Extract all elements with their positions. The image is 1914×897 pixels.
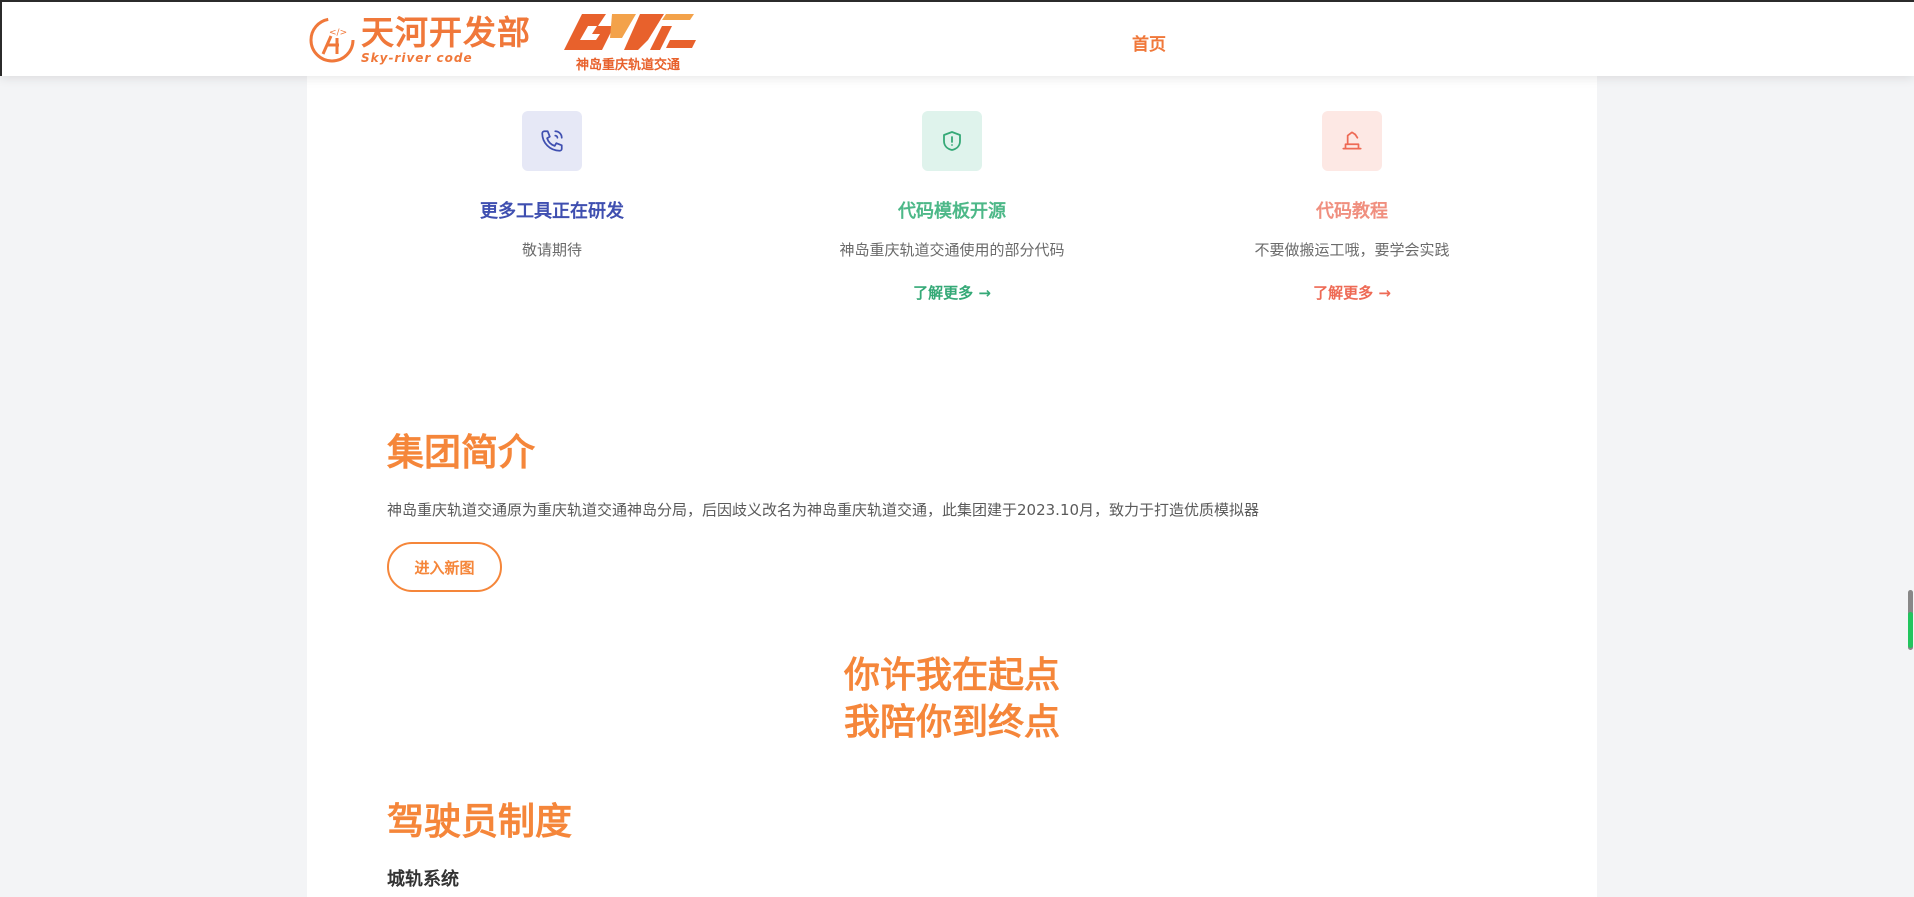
slogan-line-1: 你许我在起点: [843, 655, 1060, 696]
logo-subtitle: Sky-river code: [361, 51, 473, 65]
feature-desc: 神岛重庆轨道交通使用的部分代码: [839, 241, 1065, 259]
logo-tianhe[interactable]: </> 天河开发部 Sky-river code: [309, 14, 531, 66]
scrollbar-thumb[interactable]: [1908, 612, 1913, 648]
logo-metro-subtitle: 神岛重庆轨道交通: [576, 58, 681, 73]
metro-logo-icon: [564, 14, 696, 50]
feature-title: 代码模板开源: [898, 201, 1006, 222]
learn-more-link[interactable]: 了解更多 →: [1313, 282, 1391, 303]
driver-title: 驾驶员制度: [387, 800, 572, 843]
logo-title: 天河开发部: [361, 13, 531, 52]
feature-more-tools: 更多工具正在研发 敬请期待: [352, 111, 752, 260]
enter-new-map-button[interactable]: 进入新图: [387, 542, 502, 592]
logo-metro[interactable]: 神岛重庆轨道交通: [562, 10, 698, 73]
feature-desc: 敬请期待: [521, 241, 582, 259]
feature-title: 更多工具正在研发: [480, 201, 624, 222]
feature-code-templates: 代码模板开源 神岛重庆轨道交通使用的部分代码 了解更多 →: [752, 111, 1152, 303]
learn-more-link[interactable]: 了解更多 →: [913, 282, 991, 303]
slogan: 你许我在起点 我陪你到终点: [752, 652, 1152, 746]
feature-code-tutorial: 代码教程 不要做搬运工哦，要学会实践 了解更多 →: [1152, 111, 1552, 303]
logo-mark-icon: </>: [309, 14, 355, 66]
lamp-icon: [1322, 111, 1382, 171]
slogan-line-2: 我陪你到终点: [843, 702, 1060, 743]
nav-home-link[interactable]: 首页: [1132, 30, 1166, 55]
header: </> 天河开发部 Sky-river code 神岛重庆轨道交通 首页: [0, 0, 1914, 76]
feature-desc: 不要做搬运工哦，要学会实践: [1254, 241, 1450, 259]
phone-icon: [522, 111, 582, 171]
intro-title: 集团简介: [387, 431, 535, 474]
intro-text: 神岛重庆轨道交通原为重庆轨道交通神岛分局，后因歧义改名为神岛重庆轨道交通，此集团…: [387, 501, 1260, 519]
feature-title: 代码教程: [1316, 201, 1388, 222]
shield-icon: [922, 111, 982, 171]
driver-subtitle: 城轨系统: [387, 869, 459, 890]
scrollbar[interactable]: [1906, 590, 1914, 650]
